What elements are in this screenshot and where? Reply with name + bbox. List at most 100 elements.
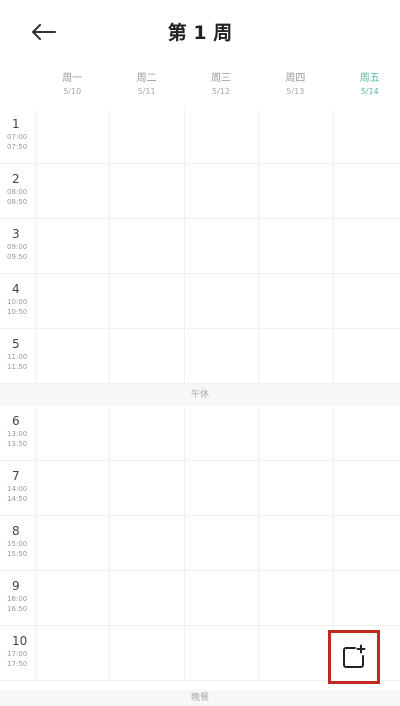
period-number: 2: [12, 172, 20, 186]
period-number: 6: [12, 414, 20, 428]
schedule-cell[interactable]: [183, 219, 258, 273]
schedule-cell[interactable]: [332, 274, 400, 328]
period-row: 7 14:00 14:50: [0, 461, 400, 516]
period-row: 5 11:00 11:50: [0, 329, 400, 384]
schedule-cell[interactable]: [258, 109, 332, 163]
period-end-time: 17:50: [7, 660, 28, 668]
schedule-cell[interactable]: [35, 406, 109, 460]
period-row: 6 13:00 13:50: [0, 406, 400, 461]
schedule-cell[interactable]: [332, 571, 400, 625]
period-number: 10: [12, 634, 28, 648]
period-end-time: 16:50: [7, 605, 28, 613]
schedule-cell[interactable]: [332, 461, 400, 515]
period-start-time: 08:00: [7, 188, 28, 196]
schedule-cell[interactable]: [183, 626, 258, 680]
weekday-name: 周三: [210, 73, 231, 84]
weekday-name: 周二: [136, 73, 157, 84]
period-label: 6 13:00 13:50: [0, 406, 35, 460]
weekday-column[interactable]: 周四 5/13: [258, 72, 332, 102]
add-schedule-button[interactable]: [328, 630, 380, 684]
schedule-cell[interactable]: [258, 516, 332, 570]
schedule-cell[interactable]: [109, 461, 183, 515]
schedule-cell[interactable]: [183, 461, 258, 515]
schedule-cell[interactable]: [35, 164, 109, 218]
period-end-time: 11:50: [7, 363, 28, 371]
weekday-header: 周一 5/10 周二 5/11 周三 5/12 周四 5/13 周五 5/14: [35, 72, 400, 102]
period-end-time: 14:50: [7, 495, 28, 503]
lunch-break-divider: 午休: [0, 384, 400, 406]
schedule-cell[interactable]: [35, 109, 109, 163]
schedule-cell[interactable]: [109, 516, 183, 570]
schedule-cell[interactable]: [35, 219, 109, 273]
weekday-column[interactable]: 周二 5/11: [109, 72, 183, 102]
schedule-cell[interactable]: [258, 274, 332, 328]
period-row: 8 15:00 15:50: [0, 516, 400, 571]
period-start-time: 13:00: [7, 430, 28, 438]
period-end-time: 15:50: [7, 550, 28, 558]
schedule-cell[interactable]: [109, 219, 183, 273]
schedule-cell[interactable]: [183, 406, 258, 460]
schedule-cell[interactable]: [183, 571, 258, 625]
schedule-cell[interactable]: [109, 571, 183, 625]
page-title: 第 1 周: [167, 22, 233, 44]
weekday-date: 5/12: [211, 87, 230, 96]
schedule-cell[interactable]: [35, 571, 109, 625]
schedule-cell[interactable]: [35, 516, 109, 570]
period-end-time: 09:50: [7, 253, 28, 261]
add-schedule-icon: [343, 644, 366, 668]
period-number: 7: [12, 469, 20, 483]
period-start-time: 10:00: [7, 298, 28, 306]
schedule-cell[interactable]: [258, 626, 332, 680]
period-row: 3 09:00 09:50: [0, 219, 400, 274]
schedule-cell[interactable]: [183, 516, 258, 570]
period-number: 8: [12, 524, 20, 538]
weekday-date: 5/11: [137, 87, 156, 96]
schedule-cell[interactable]: [258, 461, 332, 515]
schedule-cell[interactable]: [332, 164, 400, 218]
period-label: 8 15:00 15:50: [0, 516, 35, 570]
schedule-cell[interactable]: [109, 626, 183, 680]
schedule-cell[interactable]: [332, 219, 400, 273]
weekday-name: 周四: [285, 73, 306, 84]
period-end-time: 13:50: [7, 440, 28, 448]
weekday-column[interactable]: 周一 5/10: [35, 72, 109, 102]
period-end-time: 10:50: [7, 308, 28, 316]
period-row: 2 08:00 08:50: [0, 164, 400, 219]
schedule-cell[interactable]: [258, 164, 332, 218]
schedule-cell[interactable]: [35, 274, 109, 328]
weekday-name: 周一: [62, 73, 83, 84]
weekday-date: 5/14: [360, 87, 379, 96]
schedule-cell[interactable]: [258, 219, 332, 273]
weekday-date: 5/13: [286, 87, 305, 96]
weekday-column[interactable]: 周三 5/12: [184, 72, 258, 102]
schedule-cell[interactable]: [35, 626, 109, 680]
schedule-cell[interactable]: [332, 516, 400, 570]
schedule-cell[interactable]: [258, 329, 332, 383]
schedule-cell[interactable]: [35, 461, 109, 515]
weekday-column-current[interactable]: 周五 5/14: [333, 72, 400, 102]
schedule-cell[interactable]: [183, 164, 258, 218]
weekday-name: 周五: [359, 73, 380, 84]
schedule-cell[interactable]: [109, 329, 183, 383]
period-label: 3 09:00 09:50: [0, 219, 35, 273]
period-start-time: 16:00: [7, 595, 28, 603]
schedule-cell[interactable]: [183, 329, 258, 383]
schedule-cell[interactable]: [109, 164, 183, 218]
period-label: 4 10:00 10:50: [0, 274, 35, 328]
schedule-cell[interactable]: [332, 109, 400, 163]
period-label: 7 14:00 14:50: [0, 461, 35, 515]
schedule-cell[interactable]: [109, 406, 183, 460]
period-start-time: 11:00: [7, 353, 28, 361]
period-label: 1 07:00 07:50: [0, 109, 35, 163]
schedule-cell[interactable]: [258, 571, 332, 625]
schedule-cell[interactable]: [332, 406, 400, 460]
period-start-time: 17:00: [7, 650, 28, 658]
schedule-cell[interactable]: [332, 329, 400, 383]
period-number: 3: [12, 227, 20, 241]
schedule-cell[interactable]: [109, 274, 183, 328]
schedule-cell[interactable]: [35, 329, 109, 383]
schedule-cell[interactable]: [258, 406, 332, 460]
schedule-cell[interactable]: [183, 109, 258, 163]
schedule-cell[interactable]: [109, 109, 183, 163]
schedule-cell[interactable]: [183, 274, 258, 328]
